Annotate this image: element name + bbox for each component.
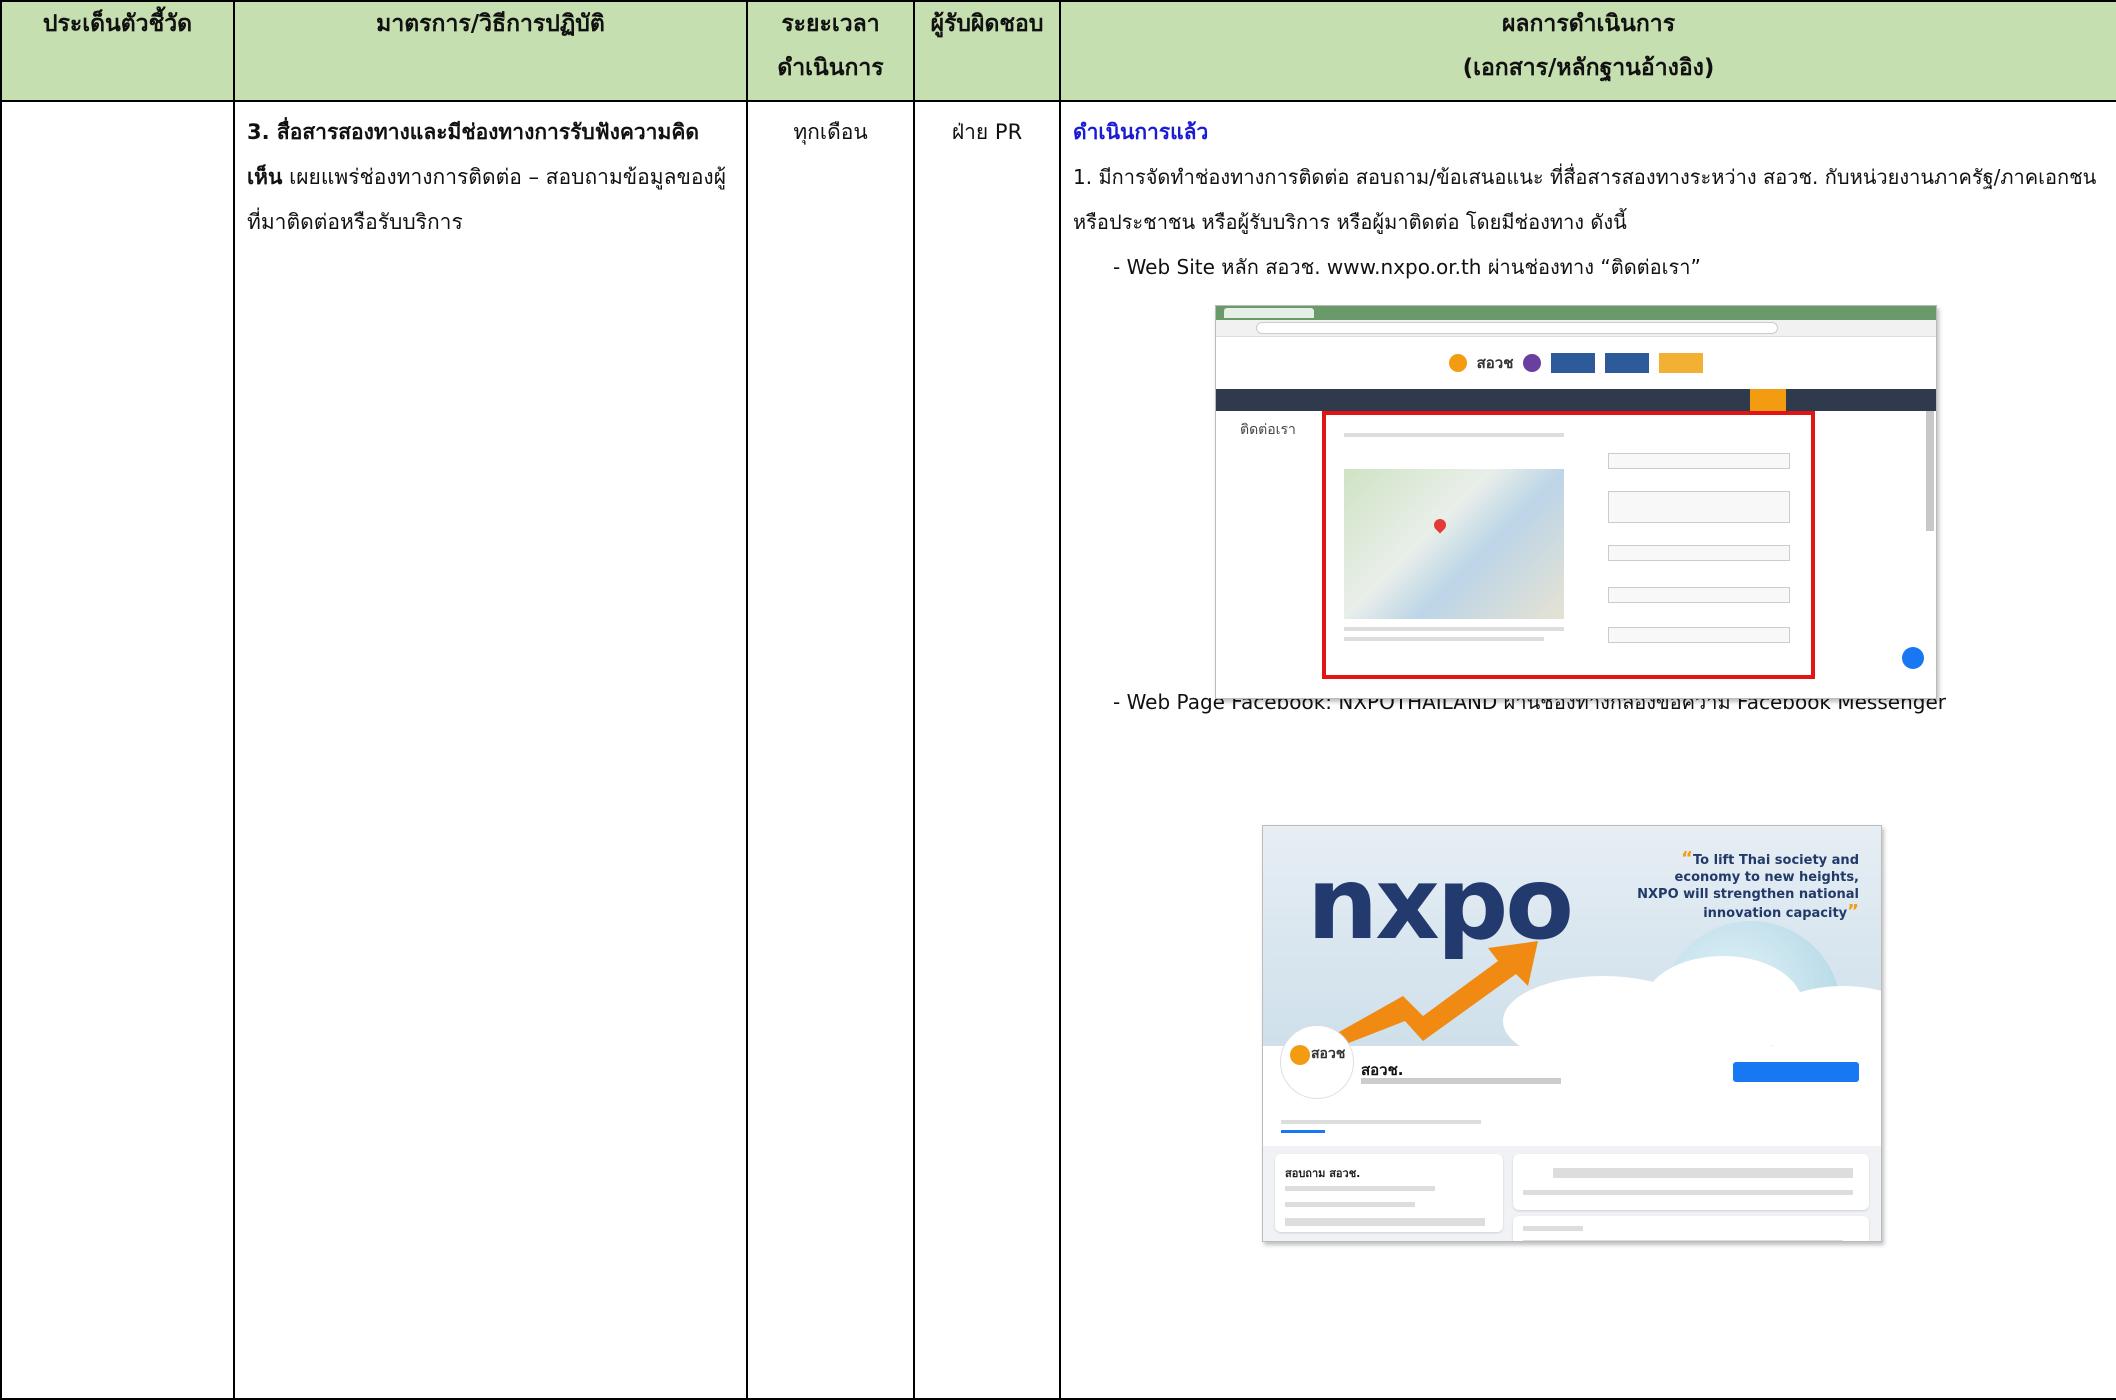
contact-heading: ติดต่อเรา [1240, 422, 1296, 438]
facebook-cover: nxpo “To lift Thai society and economy t… [1263, 826, 1881, 1046]
measure-text: 3. สื่อสารสองทางและมีช่องทางการรับฟังควา… [235, 102, 746, 253]
cover-quote: “To lift Thai society and economy to new… [1629, 850, 1859, 922]
address-line [1344, 433, 1564, 437]
form-field [1608, 545, 1790, 561]
emblem-icon [1523, 354, 1542, 372]
location-map [1344, 469, 1564, 619]
form-field [1608, 453, 1790, 469]
question-line [1285, 1202, 1415, 1207]
form-field [1608, 627, 1790, 643]
map-pin-icon [1431, 516, 1449, 534]
url-field [1256, 322, 1778, 334]
profile-avatar: สอวช [1281, 1026, 1353, 1098]
owner-cell: ฝ่าย PR [913, 100, 1061, 1400]
avatar-text: สอวช [1311, 1046, 1346, 1062]
post-box [1553, 1168, 1853, 1178]
browser-tab [1224, 308, 1314, 318]
header-row: ประเด็นตัวชี้วัด มาตรการ/วิธีการปฏิบัติ … [0, 0, 2116, 102]
page-tabs [1281, 1120, 1481, 1124]
nxpo-logo-icon [1448, 354, 1467, 372]
site-nav-bar [1216, 389, 1936, 411]
form-field [1608, 587, 1790, 603]
status-label: ดำเนินการแล้ว [1073, 120, 1209, 144]
site-logo-text: สอวช [1476, 354, 1514, 372]
post-text [1523, 1240, 1843, 1241]
site-logo-bar: สอวช [1216, 337, 1936, 389]
browser-tab-bar [1216, 306, 1936, 320]
facebook-page-screenshot: nxpo “To lift Thai society and economy t… [1262, 825, 1882, 1242]
period-cell: ทุกเดือน [746, 100, 915, 1400]
partner-logo [1659, 353, 1704, 373]
period-text: ทุกเดือน [793, 120, 868, 144]
create-post-card [1513, 1154, 1869, 1210]
post-actions [1523, 1190, 1853, 1195]
indicator-cell [0, 100, 235, 1400]
owner-text: ฝ่าย PR [951, 120, 1023, 144]
ask-card-title: สอบถาม สอวช. [1285, 1167, 1361, 1180]
tab-selected-indicator [1281, 1130, 1325, 1133]
ask-card: สอบถาม สอวช. [1275, 1154, 1503, 1232]
header-result-line2: (เอกสาร/หลักฐานอ้างอิง) [1462, 55, 1715, 81]
cover-quote-text: To lift Thai society and economy to new … [1637, 853, 1859, 921]
contact-page-body: ติดต่อเรา [1216, 411, 1936, 681]
avatar-logo-icon [1290, 1045, 1310, 1065]
partner-logo [1551, 353, 1596, 373]
header-result-line1: ผลการดำเนินการ [1501, 11, 1676, 37]
header-result: ผลการดำเนินการ (เอกสาร/หลักฐานอ้างอิง) [1059, 0, 2116, 102]
follow-button [1733, 1062, 1859, 1082]
post-card [1513, 1216, 1869, 1241]
website-contact-screenshot: สอวช ติดต่อเรา [1215, 305, 1937, 699]
header-owner: ผู้รับผิดชอบ [913, 0, 1061, 102]
address-line [1344, 637, 1544, 641]
browser-address-bar [1216, 320, 1936, 337]
partner-logo [1605, 353, 1650, 373]
header-period: ระยะเวลา ดำเนินการ [746, 0, 915, 102]
measure-cell: 3. สื่อสารสองทางและมีช่องทางการรับฟังควา… [233, 100, 748, 1400]
question-line [1285, 1186, 1435, 1191]
header-period-line2: ดำเนินการ [777, 55, 884, 81]
indicator-text [2, 102, 233, 118]
header-indicator: ประเด็นตัวชี้วัด [0, 0, 235, 102]
quote-close-icon: ” [1847, 901, 1859, 922]
nav-active-item [1750, 389, 1786, 411]
page-subtitle [1361, 1078, 1561, 1084]
post-header [1523, 1226, 1583, 1231]
message-input-line [1285, 1218, 1485, 1226]
growth-arrow-icon [1323, 941, 1538, 1046]
quote-open-icon: “ [1681, 848, 1694, 869]
bullet-website: - Web Site หลัก สอวช. www.nxpo.or.th ผ่า… [1113, 255, 1701, 279]
header-measure: มาตรการ/วิธีการปฏิบัติ [233, 0, 748, 102]
form-field [1608, 491, 1790, 523]
address-line [1344, 627, 1564, 631]
messenger-icon [1902, 647, 1924, 669]
scrollbar [1926, 411, 1934, 531]
header-period-line1: ระยะเวลา [781, 11, 880, 37]
facebook-profile-header: สอวช สอวช. [1263, 1026, 1881, 1146]
measure-body: เผยแพร่ช่องทางการติดต่อ – สอบถามข้อมูลขอ… [247, 165, 726, 234]
result-paragraph: 1. มีการจัดทำช่องทางการติดต่อ สอบถาม/ข้อ… [1073, 165, 2097, 234]
